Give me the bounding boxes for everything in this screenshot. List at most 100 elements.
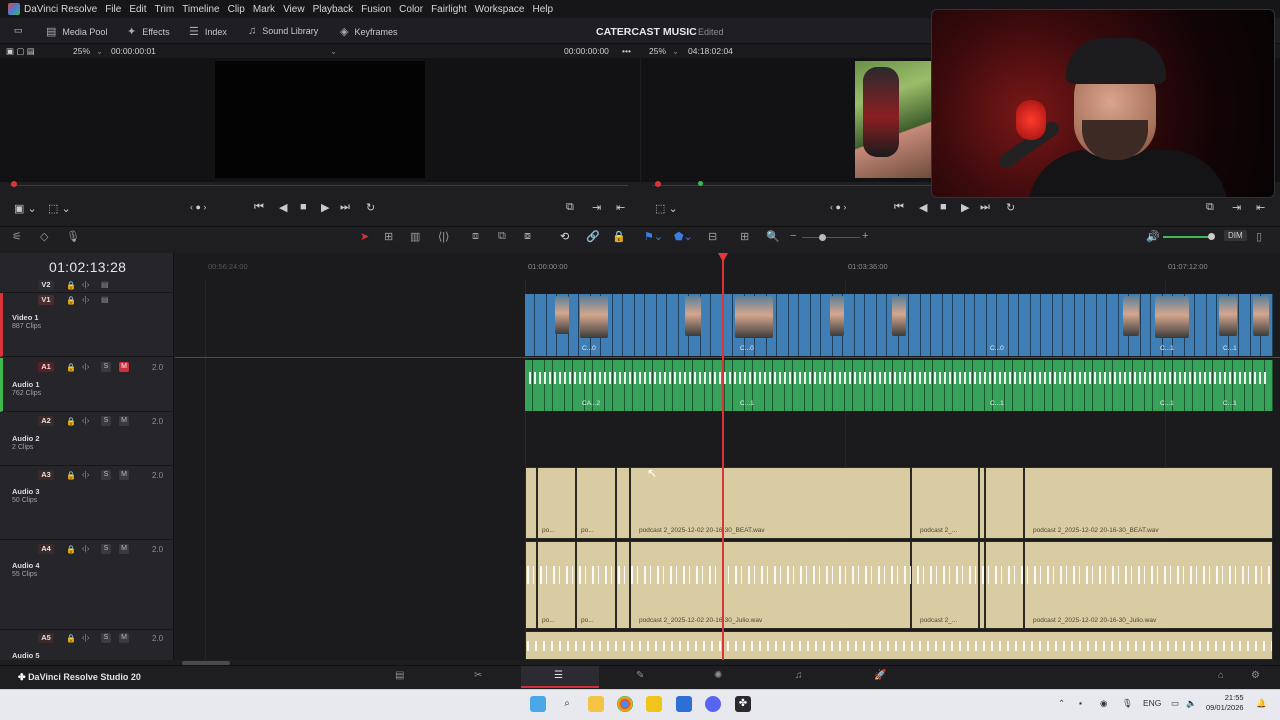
page-color-icon[interactable]: ✺ (714, 670, 722, 681)
timeline-ruler[interactable]: 00:56:24:00 01:00:00:00 01:03:36:00 01:0… (175, 253, 1280, 279)
track-lock-icon[interactable]: 🔒 (66, 545, 76, 554)
menu-view[interactable]: View (283, 4, 305, 15)
source-play-icon[interactable]: ▶ (321, 201, 329, 214)
media-pool-button[interactable]: ▤ Media Pool (46, 25, 107, 38)
track-mute-button[interactable]: M (119, 416, 129, 426)
audio-clip[interactable]: podcast 2_2025-12-02 20-16-30_BEAT.wav (630, 467, 911, 539)
timeline-effects-icon[interactable]: ◇ (40, 230, 48, 243)
track-solo-button[interactable]: S (101, 633, 111, 643)
track-solo-button[interactable]: S (101, 544, 111, 554)
layout-toggle-icon[interactable]: ▭ (14, 25, 23, 36)
tray-app-icon[interactable]: ▪ (1079, 698, 1082, 708)
program-play-reverse-icon[interactable]: ◀ (919, 201, 927, 214)
audio-clip[interactable] (525, 467, 537, 539)
track-header-a4[interactable]: A4 🔒 ‹|› S M 2.0 Audio 4 55 Clips (0, 540, 174, 630)
notification-bell-icon[interactable]: 🔔 (1256, 698, 1267, 709)
source-jog-icon[interactable]: ‹ ● › (190, 202, 206, 212)
dim-button[interactable]: DIM (1224, 230, 1247, 241)
zoom-slider-handle[interactable] (819, 234, 826, 241)
video-track-v1-lane[interactable]: C...0 C...0 C...0 C...1 C...1 (525, 294, 1273, 356)
track-disable-icon[interactable]: ▤ (101, 295, 109, 304)
menu-workspace[interactable]: Workspace (475, 4, 525, 15)
track-header-a3[interactable]: A3 🔒 ‹|› S M 2.0 Audio 3 50 Clips (0, 466, 174, 540)
auto-track-select-icon[interactable]: ‹|› (82, 280, 89, 289)
menu-playback[interactable]: Playback (313, 4, 354, 15)
source-match-frame-icon[interactable]: ⧉ (566, 201, 574, 214)
program-zoom-chevron-icon[interactable]: ⌄ (672, 46, 679, 57)
windows-start-icon[interactable] (530, 696, 546, 712)
viewer-options-icon[interactable]: ••• (622, 46, 631, 56)
source-clip-chevron-icon[interactable]: ⌄ (330, 46, 337, 57)
menu-color[interactable]: Color (399, 4, 423, 15)
track-header-a5[interactable]: A5 🔒 ‹|› S M 2.0 Audio 5 (0, 630, 174, 660)
voiceover-mic-icon[interactable]: 🎙 (66, 230, 80, 243)
language-indicator[interactable]: ENG (1143, 698, 1161, 708)
track-lock-icon[interactable]: 🔒 (66, 471, 76, 480)
audio-meter-toggle-icon[interactable]: ▯ (1256, 230, 1262, 243)
audio-clip[interactable]: po... (576, 541, 616, 629)
chrome-icon[interactable] (617, 696, 633, 712)
menu-trim[interactable]: Trim (155, 4, 175, 15)
track-lock-icon[interactable]: 🔒 (66, 281, 76, 290)
track-solo-button[interactable]: S (101, 470, 111, 480)
index-button[interactable]: ☰ Index (189, 25, 227, 38)
track-header-v1[interactable]: V1 🔒 ‹|› ▤ Video 1 887 Clips (0, 293, 174, 357)
discord-icon[interactable] (705, 696, 721, 712)
audio-clip[interactable] (616, 541, 630, 629)
track-lock-icon[interactable]: 🔒 (66, 296, 76, 305)
tray-chevron-icon[interactable]: ⌃ (1058, 698, 1065, 709)
track-mute-button[interactable]: M (119, 544, 129, 554)
menu-fusion[interactable]: Fusion (361, 4, 391, 15)
auto-track-select-icon[interactable]: ‹|› (82, 470, 89, 479)
program-first-frame-icon[interactable]: ⏮ (894, 201, 904, 214)
source-first-frame-icon[interactable]: ⏮ (254, 201, 264, 214)
timeline-view-options-icon[interactable]: ⚟ (12, 230, 22, 243)
source-playhead[interactable] (11, 181, 17, 187)
menu-clip[interactable]: Clip (228, 4, 245, 15)
track-disable-icon[interactable]: ▤ (101, 280, 109, 289)
track-lock-icon[interactable]: 🔒 (66, 634, 76, 643)
timeline-playhead[interactable] (722, 254, 724, 660)
track-solo-button[interactable]: S (101, 416, 111, 426)
flag-icon[interactable]: ⚑⌄ (644, 230, 663, 243)
source-view-icon[interactable]: ▣ ▢ ▤ (6, 46, 35, 57)
page-cut-icon[interactable]: ✂ (474, 670, 482, 681)
program-playhead[interactable] (655, 181, 661, 187)
tray-volume-icon[interactable]: 🔈 (1186, 698, 1197, 709)
davinci-taskbar-icon[interactable]: ✤ (735, 696, 751, 712)
program-play-icon[interactable]: ▶ (961, 201, 969, 214)
tray-discord-icon[interactable]: ◉ (1100, 698, 1107, 709)
audio-clip[interactable] (525, 541, 537, 629)
volume-slider-handle[interactable] (1208, 233, 1215, 240)
program-mark-out-icon[interactable]: ⇤ (1256, 201, 1265, 214)
audio-clip[interactable]: podcast 2_... (911, 467, 979, 539)
home-icon[interactable]: ⌂ (1218, 670, 1224, 681)
source-play-reverse-icon[interactable]: ◀ (279, 201, 287, 214)
source-mark-out-icon[interactable]: ⇤ (616, 201, 625, 214)
audio-clip[interactable]: po... (576, 467, 616, 539)
audio-track-a1-lane[interactable]: CA...2 C...1 C...1 C...1 C...1 (525, 360, 1273, 411)
audio-clip[interactable]: podcast 2_2025-12-02 20-16-30_BEAT.wav (1024, 467, 1273, 539)
track-lock-icon[interactable]: 🔒 (66, 363, 76, 372)
trim-tool-icon[interactable]: ⊞ (384, 230, 393, 243)
source-stop-icon[interactable]: ■ (300, 201, 307, 213)
track-mute-button[interactable]: M (119, 362, 129, 372)
program-scrubber[interactable] (652, 185, 932, 186)
snapping-icon[interactable]: ⟲ (560, 230, 569, 243)
track-header-a2[interactable]: A2 🔒 ‹|› S M 2.0 Audio 2 2 Clips (0, 412, 174, 466)
program-stop-icon[interactable]: ■ (940, 201, 947, 213)
zoom-out-icon[interactable]: − (790, 230, 796, 242)
page-media-icon[interactable]: ▤ (395, 670, 404, 681)
menu-mark[interactable]: Mark (253, 4, 275, 15)
audio-clip[interactable]: po... (537, 541, 576, 629)
shield-icon[interactable] (676, 696, 692, 712)
audio-clip[interactable] (985, 467, 1024, 539)
insert-clip-icon[interactable]: ⧈ (472, 230, 479, 243)
volume-slider[interactable] (1163, 236, 1211, 238)
zoom-in-icon[interactable]: + (862, 230, 868, 242)
settings-gear-icon[interactable]: ⚙ (1251, 670, 1260, 681)
source-mark-in-icon[interactable]: ⇥ (592, 201, 601, 214)
audio-clip[interactable]: po... (537, 467, 576, 539)
track-mute-button[interactable]: M (119, 633, 129, 643)
menu-edit[interactable]: Edit (129, 4, 146, 15)
